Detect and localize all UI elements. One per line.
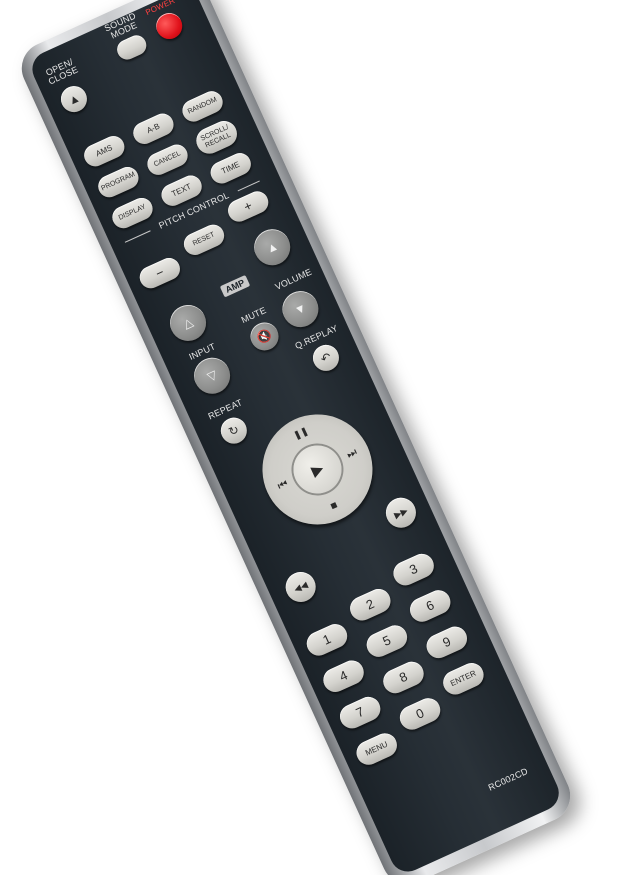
power-button[interactable]: [152, 8, 187, 44]
number-6-button[interactable]: 6: [406, 586, 455, 626]
scroll-recall-button[interactable]: SCROLL/ RECALL: [192, 116, 242, 158]
transport-pad: ❚❚ ⏭ ■ ⏮ ▶: [244, 396, 391, 543]
stop-button[interactable]: ■: [316, 490, 352, 522]
model-number: RC002CD: [486, 765, 530, 793]
pitch-divider-left: [124, 230, 151, 243]
play-icon: ▶: [308, 459, 327, 481]
enter-button[interactable]: ENTER: [439, 659, 488, 699]
mute-button[interactable]: 🔇: [245, 317, 284, 355]
fast-forward-icon: ▶▶: [392, 505, 410, 521]
number-2-button[interactable]: 2: [346, 585, 395, 625]
number-1-button[interactable]: 1: [302, 620, 352, 660]
repeat-icon: ↻: [226, 422, 242, 440]
reset-button[interactable]: RESET: [180, 221, 228, 259]
a-b-button[interactable]: A-B: [129, 110, 178, 148]
mute-icon: 🔇: [254, 326, 275, 346]
triangle-up-icon: △: [180, 314, 196, 332]
volume-down-button[interactable]: ▼: [276, 285, 325, 333]
volume-up-icon: ▲: [263, 238, 281, 257]
rewind-icon: ◀◀: [292, 579, 310, 595]
product-photo: OPEN/ CLOSE ▲ SOUND MODE POWER AMS A-B R…: [0, 0, 635, 875]
fast-forward-button[interactable]: ▶▶: [381, 492, 421, 533]
volume-down-icon: ▼: [292, 300, 309, 318]
random-button[interactable]: RANDOM: [178, 87, 227, 126]
number-7-button[interactable]: 7: [336, 693, 385, 733]
time-button[interactable]: TIME: [207, 149, 255, 188]
number-9-button[interactable]: 9: [422, 622, 471, 663]
number-4-button[interactable]: 4: [319, 656, 368, 696]
input-up-button[interactable]: △: [164, 299, 212, 347]
remote-face: OPEN/ CLOSE ▲ SOUND MODE POWER AMS A-B R…: [26, 0, 565, 875]
number-5-button[interactable]: 5: [362, 621, 411, 661]
remote-control: OPEN/ CLOSE ▲ SOUND MODE POWER AMS A-B R…: [13, 0, 579, 875]
open-close-label: OPEN/ CLOSE: [44, 56, 80, 87]
replay-icon: ↶: [318, 349, 334, 367]
pitch-divider-right: [237, 180, 260, 192]
volume-label: VOLUME: [273, 266, 314, 292]
number-3-button[interactable]: 3: [389, 549, 438, 590]
eject-icon: ▲: [65, 90, 83, 108]
prev-icon: ⏮: [275, 477, 290, 493]
menu-button[interactable]: MENU: [352, 729, 401, 769]
ams-button[interactable]: AMS: [80, 132, 128, 170]
triangle-down-icon: ▽: [204, 367, 220, 385]
program-button[interactable]: PROGRAM: [94, 163, 143, 201]
repeat-button[interactable]: ↻: [216, 413, 252, 448]
pause-icon: ❚❚: [291, 424, 310, 441]
next-icon: ⏭: [344, 445, 359, 461]
number-8-button[interactable]: 8: [379, 657, 428, 698]
volume-up-button[interactable]: ▲: [248, 223, 297, 272]
pitch-minus-button[interactable]: −: [136, 254, 184, 292]
amp-label: AMP: [219, 274, 251, 298]
eject-button[interactable]: ▲: [56, 81, 92, 117]
stop-icon: ■: [328, 499, 340, 513]
cancel-button[interactable]: CANCEL: [143, 141, 192, 179]
q-replay-button[interactable]: ↶: [308, 340, 344, 376]
rewind-button[interactable]: ◀◀: [280, 567, 321, 607]
number-0-button[interactable]: 0: [396, 694, 445, 734]
